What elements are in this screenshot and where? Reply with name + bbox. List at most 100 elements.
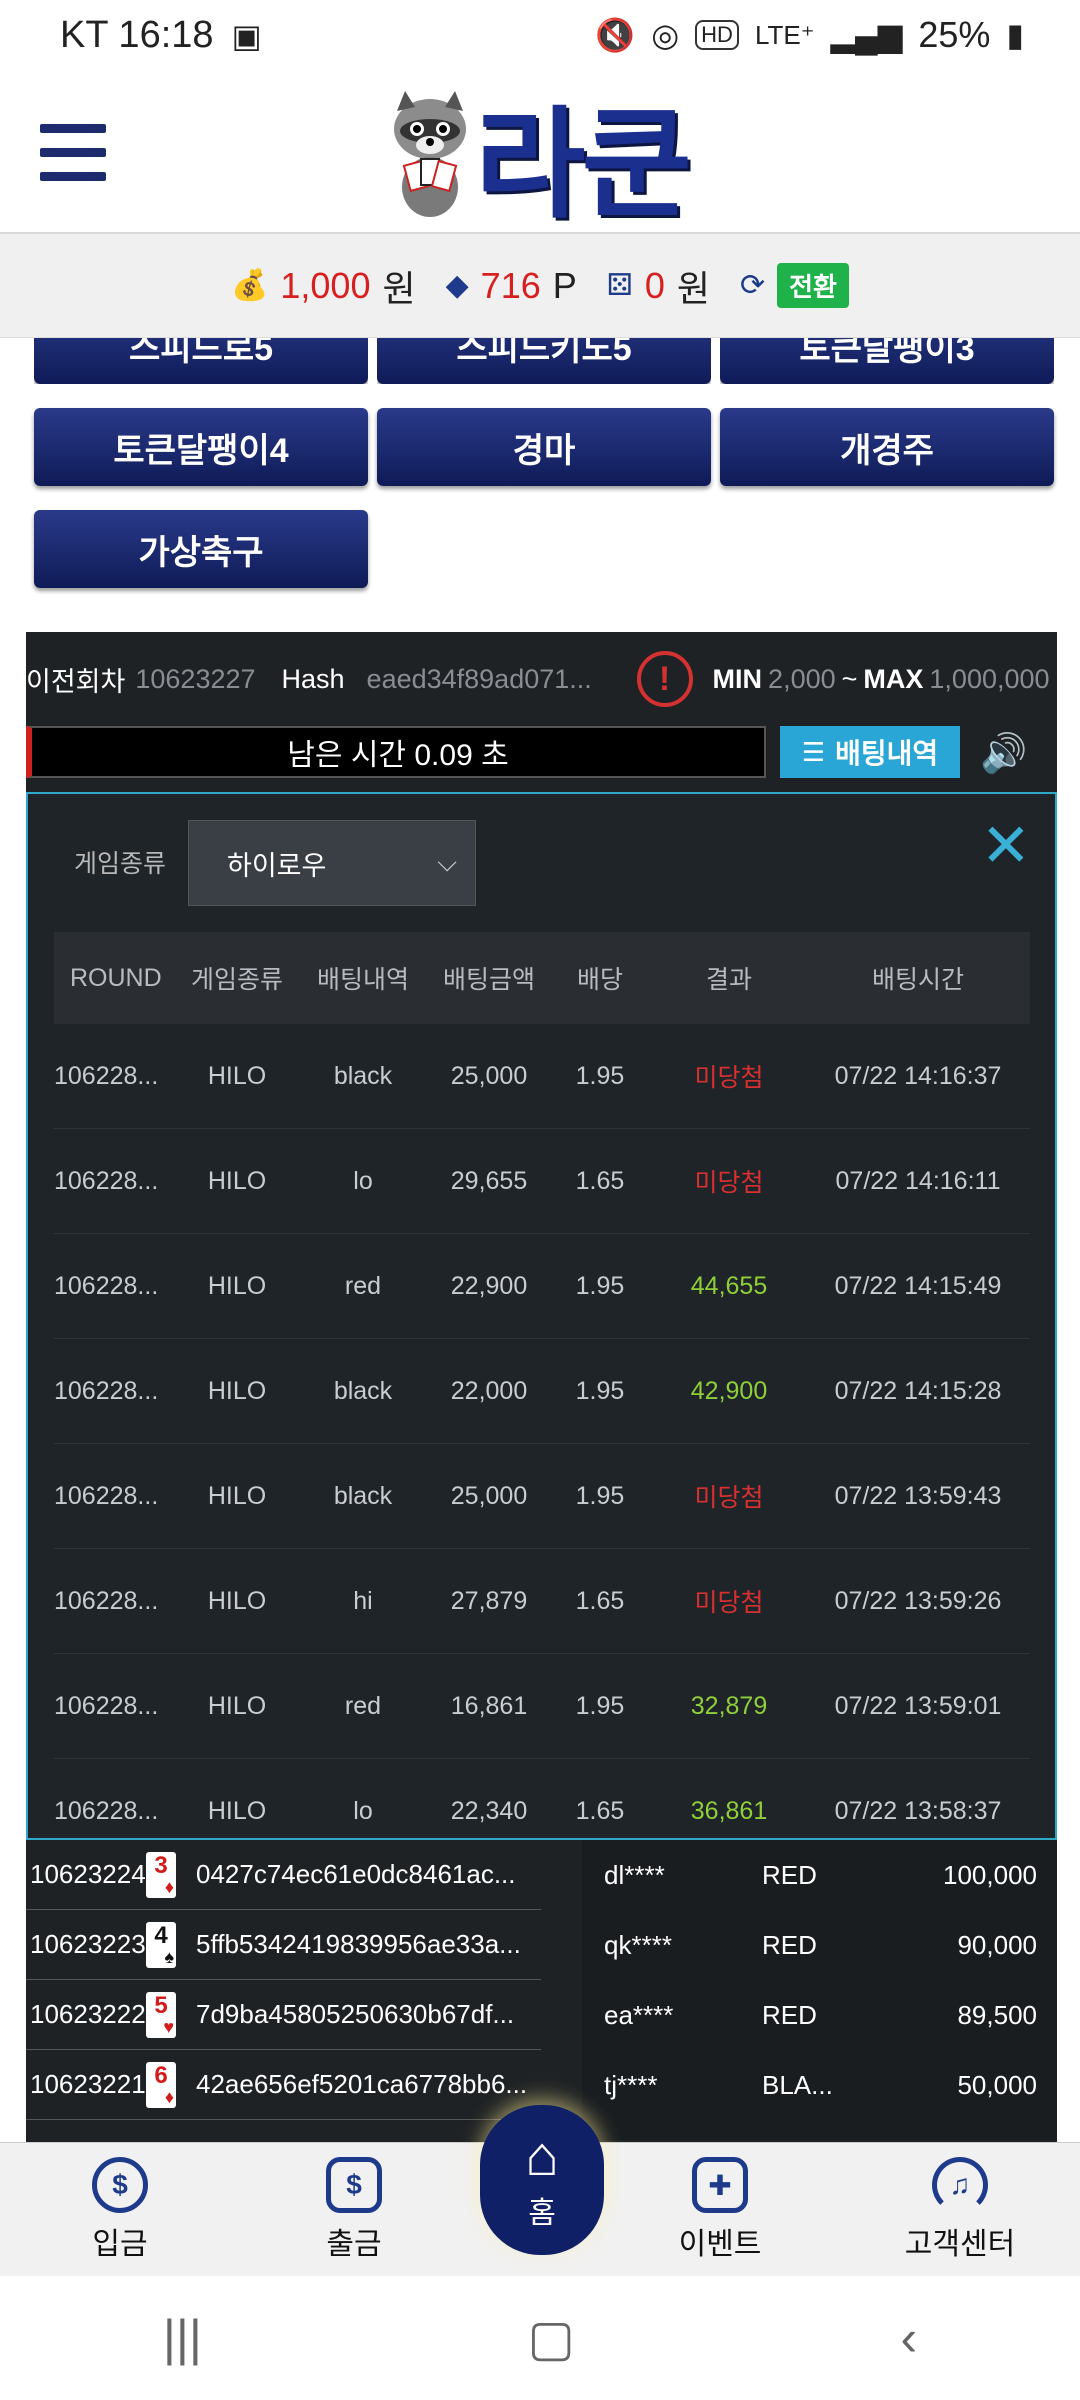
bet-pick: RED [762,1859,817,1890]
cash-balance: 1,000 [280,264,371,306]
cell-time: 07/22 14:15:49 [834,1271,1002,1300]
cell-amount: 22,000 [450,1376,528,1405]
cell-bet: black [333,1061,393,1090]
max-value: 1,000,000 [929,663,1050,694]
cash-unit: 원 [382,267,416,309]
card-rank: 6 [154,2061,168,2089]
cell-game: HILO [207,1481,267,1510]
table-row: 106228... HILO lo 29,655 1.65 미당첨 07/22 14:16:… [54,1129,1030,1234]
prev-round-label: 이전회차 [26,666,126,697]
dice-icon: ⚄ [606,269,633,302]
col-amount: 배팅금액 [442,966,535,994]
signal-icon: ▂▄▆ [830,17,903,53]
cell-amount: 29,655 [450,1166,528,1195]
network-label: LTE⁺ [754,19,815,50]
logo[interactable]: 라쿤 [385,84,692,235]
playing-card-icon: 4 ♠ [146,1921,176,1968]
diamond-icon: ◆ [445,269,469,302]
chips-unit: 원 [676,267,710,309]
cell-time: 07/22 14:15:28 [834,1376,1002,1405]
cell-time: 07/22 13:59:26 [834,1586,1002,1615]
cell-odds: 1.95 [575,1271,625,1300]
points-balance: 716 [480,264,541,306]
playing-card-icon: 6 ♦ [146,2061,176,2108]
cell-odds: 1.65 [575,1796,625,1825]
game-button-horse-race[interactable]: 경마 [377,408,711,486]
points-unit: P [552,264,577,306]
bet-history-modal: ✕ 게임종류 하이로우 ⌵ ROUND 게임종류 배팅내역 배팅금액 배당 결과… [26,792,1057,1840]
cell-amount: 27,879 [450,1586,528,1615]
bet-pick: RED [762,1929,817,1960]
table-body: 106228... HILO black 25,000 1.95 미당첨 07/22 14:… [54,1024,1030,1838]
table-row: 106228... HILO lo 22,340 1.65 36,861 07/22 13:… [54,1759,1030,1838]
menu-icon[interactable] [40,124,106,182]
list-icon: ☰ [801,736,826,767]
close-icon[interactable]: ✕ [981,816,1031,876]
live-bet-row: ea**** RED 89,500 [582,1980,1057,2050]
live-bet-row: tj**** BLA... 50,000 [582,2050,1057,2120]
cell-bet: black [333,1481,393,1510]
bottom-nav: $ 입금 $ 출금 ⌂ 홈 ✚ 이벤트 ♫ 고객센터 [0,2105,1080,2277]
swap-button[interactable]: 전환 [777,263,849,308]
card-rank: 3 [154,1851,168,1879]
cell-game: HILO [207,1691,267,1720]
result-hash: 0427c74ec61e0dc8461ac... [196,1859,516,1889]
nav-deposit[interactable]: $ 입금 [30,2143,210,2277]
cell-round: 106228... [54,1166,159,1195]
nav-support-label: 고객센터 [904,2228,1016,2261]
battery-text: 25% [918,14,991,55]
hd-icon: HD [695,20,739,50]
live-bets-list: dl**** RED 100,000 qk**** RED 90,000 ea**** RED… [582,1840,1057,2140]
back-icon[interactable]: ‹ [900,2309,917,2367]
max-label: MAX [863,663,924,694]
game-type-select[interactable]: 하이로우 ⌵ [188,820,476,906]
cell-bet: lo [353,1796,373,1825]
logo-text: 라쿤 [475,96,692,235]
col-result: 결과 [705,966,752,994]
prev-round-value: 10623227 [135,663,256,694]
col-time: 배팅시간 [871,966,964,994]
nav-home[interactable]: ⌂ 홈 [480,2105,604,2255]
cell-round: 106228... [54,1796,159,1825]
cell-odds: 1.65 [575,1166,625,1195]
bet-history-button[interactable]: ☰ 배팅내역 [780,726,960,778]
round-results-list: 10623224 3 ♦ 0427c74ec61e0dc8461ac... 106232… [26,1840,541,2120]
gallery-icon: ▣ [231,17,262,54]
cell-time: 07/22 13:59:01 [834,1691,1002,1720]
bet-user: qk**** [604,1929,672,1960]
live-bet-row: qk**** RED 90,000 [582,1910,1057,1980]
refresh-icon[interactable]: ⟳ [740,268,765,303]
raccoon-mascot-icon [394,91,466,217]
nav-home-label: 홈 [528,2197,556,2230]
nav-event[interactable]: ✚ 이벤트 [630,2143,810,2277]
cell-bet: black [333,1376,393,1405]
col-odds: 배당 [576,966,623,994]
result-round: 10623222 [30,1999,146,2029]
bet-history-label: 배팅내역 [835,738,939,769]
chips-balance: 0 [644,264,665,306]
table-row: 106228... HILO black 25,000 1.95 미당첨 07/22 13:… [54,1444,1030,1549]
cell-amount: 25,000 [450,1481,528,1510]
result-hash: 7d9ba45805250630b67df... [196,1999,515,2029]
result-row: 10623222 5 ♥ 7d9ba45805250630b67df... [26,1980,541,2050]
live-bet-row: dl**** RED 100,000 [582,1840,1057,1910]
cell-amount: 22,340 [450,1796,528,1825]
money-bag-icon: 💰 [231,269,269,302]
min-label: MIN [712,663,763,694]
table-row: 106228... HILO red 22,900 1.95 44,655 07/22 14… [54,1234,1030,1339]
home-circle-icon[interactable]: ▢ [528,2309,575,2367]
status-time: KT 16:18 [60,14,214,56]
game-button-token-snail4[interactable]: 토큰달팽이4 [34,408,368,486]
game-button-dog-race[interactable]: 개경주 [720,408,1054,486]
nav-support[interactable]: ♫ 고객센터 [870,2143,1050,2277]
bet-pick: RED [762,1999,817,2030]
alert-icon[interactable]: ! [636,651,693,707]
cell-amount: 22,900 [450,1271,528,1300]
cell-bet: red [344,1271,382,1300]
game-button-virtual-soccer[interactable]: 가상축구 [34,510,368,588]
recent-apps-icon[interactable]: ||| [163,2309,202,2367]
nav-withdraw[interactable]: $ 출금 [264,2143,444,2277]
bet-user: ea**** [604,1999,674,2030]
cell-result: 42,900 [690,1376,768,1405]
speaker-icon[interactable]: 🔊 [980,732,1027,776]
